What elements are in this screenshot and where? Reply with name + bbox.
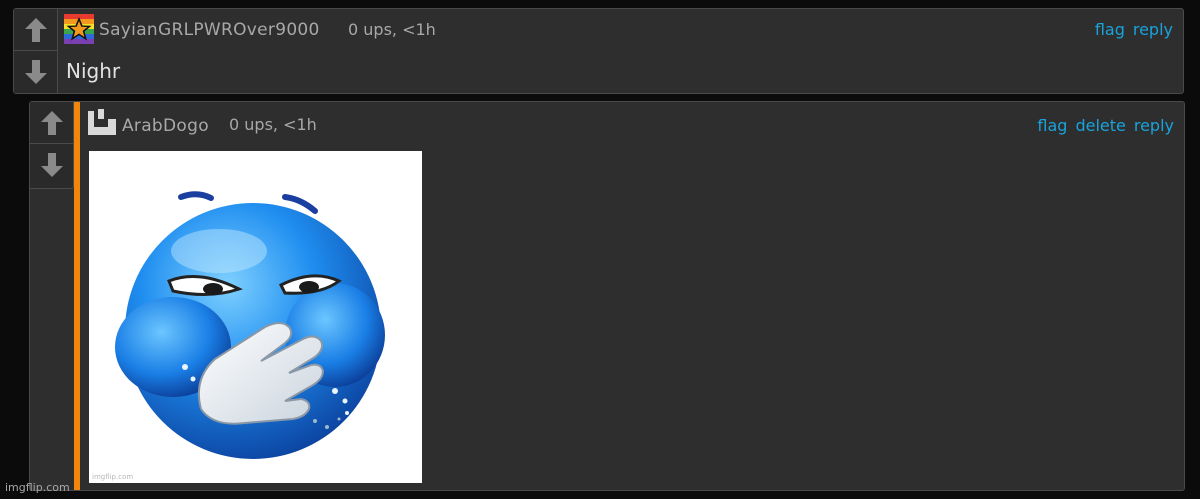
upvote-button[interactable] — [14, 9, 57, 51]
comment-text: Nighr — [66, 59, 121, 83]
comment-meta: 0 ups, <1h — [348, 20, 436, 39]
reply-link[interactable]: reply — [1133, 20, 1173, 39]
arrow-down-icon — [24, 60, 47, 84]
arrow-up-icon — [24, 17, 47, 42]
delete-link[interactable]: delete — [1075, 116, 1125, 135]
reply-link[interactable]: reply — [1134, 116, 1174, 135]
imgflip-watermark: imgflip.com — [5, 481, 70, 494]
comment-image[interactable]: imgflip.com — [89, 151, 422, 483]
thread-indicator — [74, 102, 80, 490]
comment-username[interactable]: SayianGRLPWROver9000 — [99, 20, 320, 40]
arrow-down-icon — [40, 153, 63, 177]
flag-link[interactable]: flag — [1037, 116, 1067, 135]
arrow-up-icon — [40, 110, 63, 135]
image-caption: imgflip.com — [92, 473, 134, 481]
upvote-button[interactable] — [30, 102, 73, 144]
pixel-dog-avatar-icon[interactable] — [86, 107, 117, 142]
downvote-button[interactable] — [14, 51, 57, 93]
vote-column — [14, 9, 58, 93]
comment-actions: flag delete reply — [1037, 116, 1174, 135]
comment-username[interactable]: ArabDogo — [122, 116, 209, 136]
rainbow-star-avatar-icon[interactable] — [64, 14, 94, 48]
blue-emoji-laughing-icon — [115, 191, 385, 459]
flag-link[interactable]: flag — [1095, 20, 1125, 39]
downvote-button[interactable] — [30, 144, 73, 186]
comment-1: SayianGRLPWROver9000 0 ups, <1h flag rep… — [13, 8, 1184, 94]
comment-2: ArabDogo 0 ups, <1h flag delete reply im… — [29, 101, 1185, 491]
comment-meta: 0 ups, <1h — [229, 115, 317, 134]
vote-column — [30, 102, 74, 189]
comment-actions: flag reply — [1095, 20, 1173, 39]
